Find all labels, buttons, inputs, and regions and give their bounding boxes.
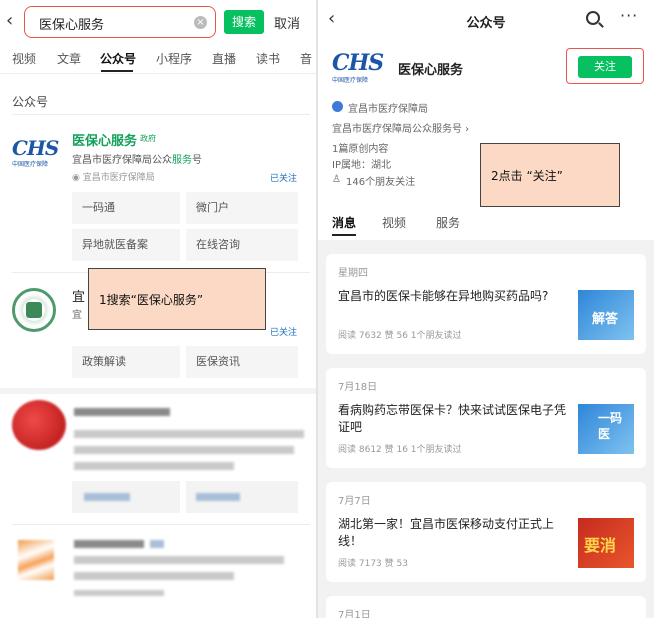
follow-button[interactable]: 关注 <box>578 56 632 78</box>
search-input[interactable]: 医保心服务 × <box>24 6 216 38</box>
result-title[interactable]: 宜 <box>72 286 85 305</box>
clear-search-icon[interactable]: × <box>194 16 207 29</box>
followed-status: 已关注 <box>270 174 298 184</box>
more-icon[interactable]: ··· <box>620 6 638 25</box>
follow-highlight: 关注 <box>566 48 644 84</box>
article-card[interactable]: 7月7日 湖北第一家！宜昌市医保移动支付正式上线！ 阅读 7173 赞 53 要… <box>326 482 646 582</box>
account-name: 医保心服务 <box>398 63 464 78</box>
verified-org: 宜昌市医疗保障局 <box>348 104 428 115</box>
divider <box>12 114 310 115</box>
menu-remote-medical-filing[interactable]: 异地就医备案 <box>72 229 180 261</box>
friends-following[interactable]: 146个朋友关注 <box>346 173 415 188</box>
article-card[interactable]: 7月1日 <box>326 596 646 618</box>
post-date: 7月18日 <box>338 382 378 393</box>
tab-articles[interactable]: 文章 <box>57 50 81 67</box>
article-thumbnail[interactable]: 一码 医 <box>578 404 634 454</box>
account-description[interactable]: 宜昌市医疗保障局公众服务号 › <box>332 120 469 135</box>
annotation-step2: 2点击 “关注” <box>480 143 620 207</box>
cancel-button[interactable]: 取消 <box>274 13 300 32</box>
result-description: 宜昌市医疗保障局公众服务号 <box>72 155 202 166</box>
account-profile-pane: ‹ 公众号 ··· CHS 中国医疗保障 医保心服务 关注 宜昌市医疗保障局 宜… <box>318 0 654 618</box>
verified-org: ◉ 宜昌市医疗保障局 <box>72 173 155 183</box>
article-stats: 阅读 7632 赞 56 1个朋友读过 <box>338 331 462 341</box>
article-title[interactable]: 宜昌市的医保卡能够在异地购买药品吗? <box>338 288 570 305</box>
search-icon[interactable] <box>586 11 600 25</box>
friends-icon: ♙ <box>332 174 341 185</box>
tab-official-accounts[interactable]: 公众号 <box>100 50 136 67</box>
result-title[interactable]: 医保心服务 <box>72 130 137 149</box>
menu-micro-portal[interactable]: 微门户 <box>186 192 298 224</box>
article-stats: 阅读 7173 赞 53 <box>338 559 408 569</box>
article-thumbnail[interactable]: 要消 <box>578 518 634 568</box>
article-card[interactable]: 7月18日 看病购药忘带医保卡？快来试试医保电子凭证吧 阅读 8612 赞 16… <box>326 368 646 468</box>
section-label-official-accounts: 公众号 <box>12 95 49 109</box>
page-title: 公众号 <box>466 16 506 31</box>
menu-policy-interpretation[interactable]: 政策解读 <box>72 346 180 378</box>
blurred-avatar <box>12 400 66 450</box>
tab-live[interactable]: 直播 <box>212 50 236 67</box>
chs-logo: CHS 中国医疗保障 <box>332 50 384 84</box>
tab-messages[interactable]: 消息 <box>332 214 356 231</box>
article-stats: 阅读 8612 赞 16 1个朋友读过 <box>338 445 462 455</box>
post-date: 7月1日 <box>338 610 371 618</box>
menu-yimatong[interactable]: 一码通 <box>72 192 180 224</box>
menu-online-consult[interactable]: 在线咨询 <box>186 229 298 261</box>
divider <box>12 524 310 525</box>
result-description: 宜 <box>72 310 82 321</box>
article-card[interactable]: 星期四 宜昌市的医保卡能够在异地购买药品吗? 阅读 7632 赞 56 1个朋友… <box>326 254 646 354</box>
ip-location: IP属地：湖北 <box>332 160 391 171</box>
menu-medical-insurance-news[interactable]: 医保资讯 <box>186 346 298 378</box>
blurred-avatar <box>18 540 54 580</box>
tab-video[interactable]: 视频 <box>12 50 36 67</box>
search-bar-row: ‹ 医保心服务 × 搜索 取消 <box>0 0 316 44</box>
search-query-text[interactable]: 医保心服务 <box>39 14 104 33</box>
annotation-step1: 1搜索“医保心服务” <box>88 268 266 330</box>
active-tab-indicator <box>101 70 133 72</box>
tab-books[interactable]: 读书 <box>256 50 280 67</box>
search-results-pane: ‹ 医保心服务 × 搜索 取消 视频 文章 公众号 小程序 直播 读书 音 公众… <box>0 0 316 618</box>
verified-icon <box>332 101 343 112</box>
tab-music[interactable]: 音 <box>300 50 312 67</box>
article-title[interactable]: 看病购药忘带医保卡？快来试试医保电子凭证吧 <box>338 402 570 436</box>
government-tag: 政府 <box>140 134 156 143</box>
original-count: 1篇原创内容 <box>332 144 389 155</box>
tab-mini-programs[interactable]: 小程序 <box>156 50 192 67</box>
back-arrow-icon[interactable]: ‹ <box>6 10 13 31</box>
article-thumbnail[interactable]: 解答 <box>578 290 634 340</box>
article-title[interactable]: 湖北第一家！宜昌市医保移动支付正式上线！ <box>338 516 570 550</box>
section-divider <box>0 388 316 394</box>
post-date: 7月7日 <box>338 496 371 507</box>
tab-services[interactable]: 服务 <box>436 214 460 231</box>
search-category-tabs: 视频 文章 公众号 小程序 直播 读书 音 <box>0 46 316 74</box>
chs-logo: CHS 中国医疗保障 <box>12 136 59 168</box>
search-button[interactable]: 搜索 <box>224 10 264 34</box>
account-tabs: 消息 视频 服务 <box>318 210 654 240</box>
followed-status: 已关注 <box>270 328 298 338</box>
emblem-icon <box>12 288 56 332</box>
tab-videos[interactable]: 视频 <box>382 214 406 231</box>
post-date: 星期四 <box>338 268 368 279</box>
active-tab-indicator <box>332 234 356 236</box>
